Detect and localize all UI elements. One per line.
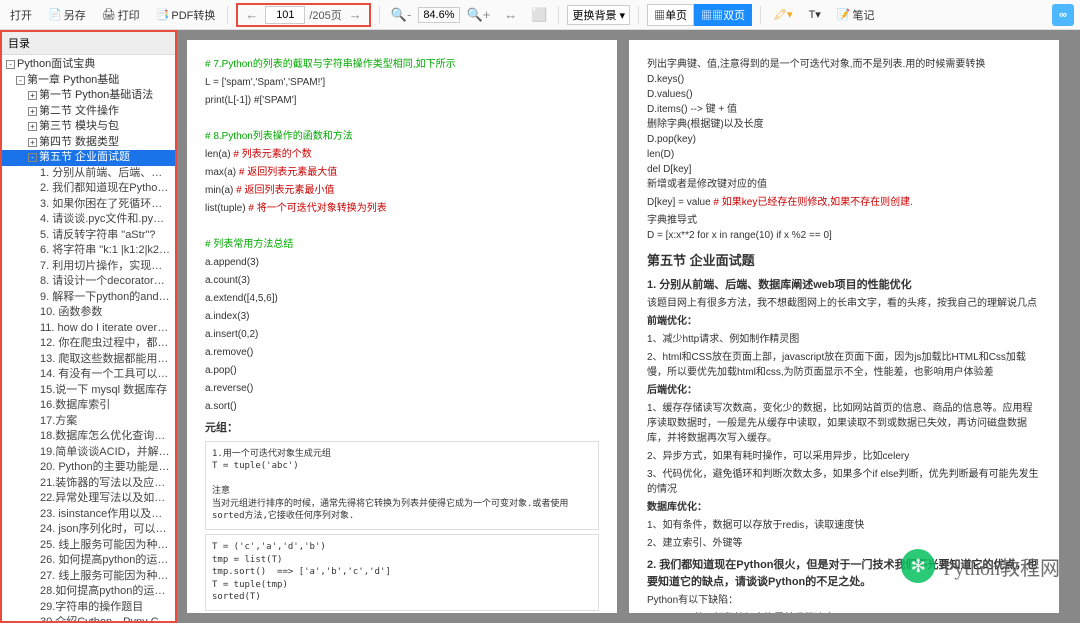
tree-leaf[interactable]: 28.如何提高python的运行效率 — [2, 584, 175, 600]
zoom-controls: 🔍- 84.6% 🔍+ — [388, 7, 494, 23]
tree-leaf[interactable]: 20. Python的主要功能是什么？ — [2, 460, 175, 476]
open-button[interactable]: 打开 — [6, 5, 36, 25]
tree-leaf[interactable]: 7. 利用切片操作，实现一个trim — [2, 259, 175, 275]
view-toggle: ▦单页 ▦▦双页 — [647, 4, 752, 26]
single-page-button[interactable]: ▦单页 — [647, 4, 694, 26]
zoom-out-icon[interactable]: 🔍- — [388, 7, 415, 23]
tree-leaf[interactable]: 14. 有没有一个工具可以帮助查 — [2, 367, 175, 383]
next-page-icon[interactable]: → — [346, 7, 365, 22]
fit-page-icon[interactable]: ⬜ — [528, 7, 550, 23]
background-select[interactable]: 更换背景 ▾ — [567, 5, 630, 25]
prev-page-icon[interactable]: ← — [242, 7, 261, 22]
tree-leaf[interactable]: 16.数据库索引 — [2, 398, 175, 414]
double-page-button[interactable]: ▦▦双页 — [694, 4, 752, 26]
tree-section[interactable]: +第三节 模块与包 — [2, 119, 175, 135]
tree-leaf[interactable]: 19.简单谈谈ACID，并解释每一 — [2, 445, 175, 461]
cloud-sync-icon[interactable]: ∞ — [1052, 4, 1074, 26]
tree-root[interactable]: -Python面试宝典 — [2, 57, 175, 73]
page-navigation: ← /205页 → — [236, 3, 370, 27]
zoom-in-icon[interactable]: 🔍+ — [464, 7, 494, 23]
tree-leaf[interactable]: 4. 请谈谈.pyc文件和.py文件的 — [2, 212, 175, 228]
total-pages: /205页 — [309, 7, 341, 23]
tree-leaf[interactable]: 22.异常处理写法以及如何主动 — [2, 491, 175, 507]
tree-leaf[interactable]: 12. 你在爬虫过程中，都是怎么 — [2, 336, 175, 352]
wechat-icon: ✻ — [901, 549, 935, 583]
tree-leaf[interactable]: 29.字符串的操作题目 — [2, 600, 175, 616]
tree-leaf[interactable]: 2. 我们都知道现在Python很火 — [2, 181, 175, 197]
tree-leaf[interactable]: 30.介绍Cython，Pypy Cpython — [2, 615, 175, 623]
toolbar: 打开 📄另存 🖨打印 📑PDF转换 ← /205页 → 🔍- 84.6% 🔍+ … — [0, 0, 1080, 30]
tree-leaf[interactable]: 23. isinstance作用以及应用场 — [2, 507, 175, 523]
tree-leaf[interactable]: 15.说一下 mysql 数据库存 — [2, 383, 175, 399]
print-button[interactable]: 🖨打印 — [98, 5, 144, 25]
tree-leaf[interactable]: 25. 线上服务可能因为种种原因 — [2, 538, 175, 554]
tree-leaf[interactable]: 17.方案 — [2, 414, 175, 430]
tree-leaf[interactable]: 24. json序列化时，可以处理的 — [2, 522, 175, 538]
fit-width-icon[interactable]: ↔ — [501, 7, 520, 22]
tree-section[interactable]: -第五节 企业面试题 — [2, 150, 175, 166]
tree-leaf[interactable]: 21.装饰器的写法以及应用场景 — [2, 476, 175, 492]
tree-section[interactable]: +第四节 数据类型 — [2, 135, 175, 151]
tree-chapter[interactable]: -第一章 Python基础 — [2, 73, 175, 89]
watermark: ✻ Python教程网 — [901, 549, 1060, 583]
tree-leaf[interactable]: 6. 将字符串 "k:1 |k1:2|k2:3|k3 — [2, 243, 175, 259]
document-viewport[interactable]: # 7.Python的列表的截取与字符串操作类型相同,如下所示 L = ['sp… — [177, 30, 1080, 623]
page-left: # 7.Python的列表的截取与字符串操作类型相同,如下所示 L = ['sp… — [187, 40, 617, 613]
highlight-tool[interactable]: 🖍▾ — [769, 6, 797, 23]
zoom-level[interactable]: 84.6% — [418, 7, 459, 23]
tree-leaf[interactable]: 1. 分别从前端、后端、数据库 — [2, 166, 175, 182]
saveas-button[interactable]: 📄另存 — [44, 5, 90, 25]
tree-leaf[interactable]: 9. 解释一下python的and-or — [2, 290, 175, 306]
page-number-input[interactable] — [265, 6, 305, 24]
outline-sidebar: 目录 -Python面试宝典 -第一章 Python基础 +第一节 Python… — [0, 30, 177, 623]
tree-leaf[interactable]: 26. 如何提高python的运行效 — [2, 553, 175, 569]
tree-leaf[interactable]: 10. 函数参数 — [2, 305, 175, 321]
tree-leaf[interactable]: 18.数据库怎么优化查询效率？ — [2, 429, 175, 445]
page-right: 列出字典键、值,注意得到的是一个可迭代对象,而不是列表.用的时候需要转换 D.k… — [629, 40, 1059, 613]
text-tool[interactable]: T▾ — [805, 6, 825, 23]
tree-leaf[interactable]: 5. 请反转字符串 "aStr"? — [2, 228, 175, 244]
tree-leaf[interactable]: 3. 如果你困在了死循环里，怎 — [2, 197, 175, 213]
sidebar-title: 目录 — [2, 32, 175, 55]
tree-leaf[interactable]: 8. 请设计一个decorator，它可 — [2, 274, 175, 290]
tree-section[interactable]: +第二节 文件操作 — [2, 104, 175, 120]
notes-tool[interactable]: 📝笔记 — [833, 5, 879, 25]
tree-leaf[interactable]: 11. how do I iterate over a s — [2, 321, 175, 337]
tree-leaf[interactable]: 27. 线上服务可能因为种种原因 — [2, 569, 175, 585]
pdf-convert-button[interactable]: 📑PDF转换 — [152, 5, 220, 25]
tree-section[interactable]: +第一节 Python基础语法 — [2, 88, 175, 104]
tree-leaf[interactable]: 13. 爬取这些数据都能用做什么 — [2, 352, 175, 368]
